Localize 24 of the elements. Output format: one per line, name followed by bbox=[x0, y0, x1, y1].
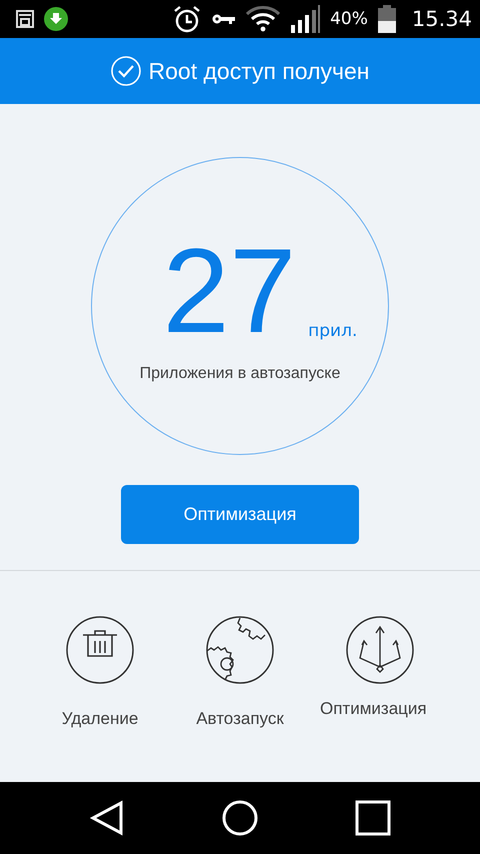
sd-card-icon bbox=[16, 10, 34, 28]
alarm-icon bbox=[172, 4, 202, 34]
key-icon bbox=[212, 12, 236, 26]
battery-icon bbox=[378, 5, 396, 33]
app-count: 27 bbox=[162, 239, 296, 343]
tool-label[interactable]: Удаление bbox=[40, 709, 160, 729]
clock-time: 15.34 bbox=[412, 7, 472, 31]
recents-icon[interactable] bbox=[355, 800, 392, 836]
tool-label[interactable]: Оптимизация bbox=[320, 699, 440, 719]
back-icon[interactable] bbox=[88, 800, 125, 836]
counter-caption: Приложения в автозапуске bbox=[140, 365, 340, 383]
check-circle-icon bbox=[110, 56, 141, 86]
signal-icon bbox=[290, 5, 320, 33]
trident-icon[interactable] bbox=[345, 615, 415, 685]
wifi-icon bbox=[246, 6, 280, 32]
header-title: Root доступ получен bbox=[148, 58, 370, 84]
home-icon[interactable] bbox=[222, 800, 258, 836]
tool-label[interactable]: Автозапуск bbox=[180, 709, 300, 729]
optimize-button[interactable]: Оптимизация bbox=[121, 485, 359, 544]
gears-icon[interactable] bbox=[205, 615, 275, 685]
battery-percent: 40% bbox=[330, 9, 368, 29]
count-unit: прил. bbox=[308, 321, 358, 341]
trash-icon[interactable] bbox=[65, 615, 135, 685]
download-icon bbox=[44, 7, 68, 31]
